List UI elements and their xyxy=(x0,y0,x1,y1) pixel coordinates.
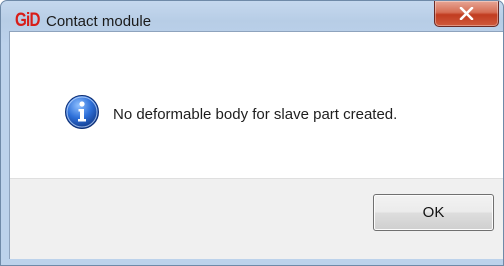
info-icon xyxy=(65,95,99,129)
ok-button[interactable]: OK xyxy=(373,194,494,231)
message-text: No deformable body for slave part create… xyxy=(113,106,398,123)
close-button[interactable] xyxy=(434,1,499,27)
message-area: No deformable body for slave part create… xyxy=(10,32,503,178)
app-logo: GiD xyxy=(15,10,40,31)
window-title: Contact module xyxy=(46,13,152,30)
close-icon xyxy=(459,7,474,20)
window-frame-bottom xyxy=(1,259,503,265)
